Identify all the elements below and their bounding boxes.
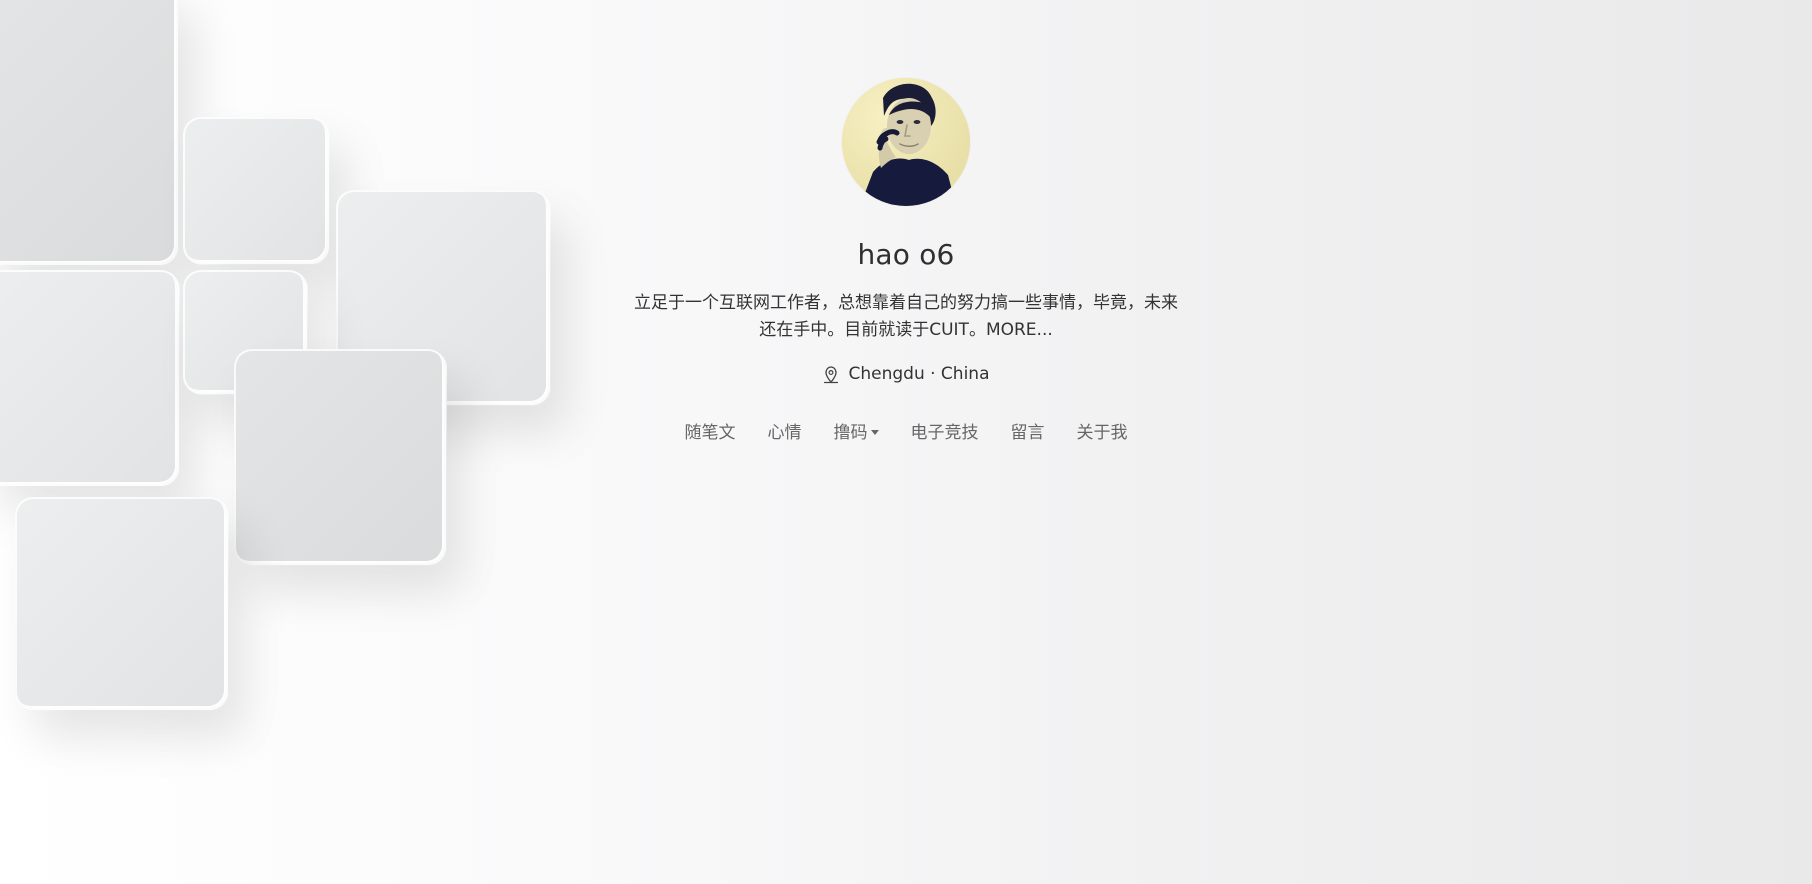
nav-item-label: 留言 [1010,423,1045,443]
profile-name: hao o6 [857,238,955,271]
nav-item-essays[interactable]: 随笔文 [685,418,736,443]
nav-item-coding-dropdown[interactable]: 撸码 [834,418,879,443]
location-pin-icon [822,364,840,384]
avatar[interactable] [842,78,970,206]
nav-item-label: 电子竞技 [910,423,979,443]
location-text: Chengdu · China [848,364,990,384]
main-navigation: 随笔文 心情 撸码 电子竞技 留言 关于我 [0,418,1812,443]
nav-item-about[interactable]: 关于我 [1077,418,1128,443]
nav-item-esports[interactable]: 电子竞技 [911,418,979,443]
nav-item-mood[interactable]: 心情 [768,418,802,443]
profile-card: hao o6 立足于一个互联网工作者，总想靠着自己的努力搞一些事情，毕竟，未来还… [0,78,1812,443]
nav-item-label: 心情 [767,423,802,443]
caret-down-icon [870,430,879,435]
profile-location: Chengdu · China [0,364,1812,384]
profile-bio: 立足于一个互联网工作者，总想靠着自己的努力搞一些事情，毕竟，未来还在手中。目前就… [634,293,1178,340]
background-tile [15,497,228,710]
nav-item-label: 关于我 [1076,423,1128,443]
nav-item-label: 撸码 [833,423,868,443]
nav-item-guestbook[interactable]: 留言 [1011,418,1045,443]
nav-item-label: 随笔文 [684,423,736,443]
